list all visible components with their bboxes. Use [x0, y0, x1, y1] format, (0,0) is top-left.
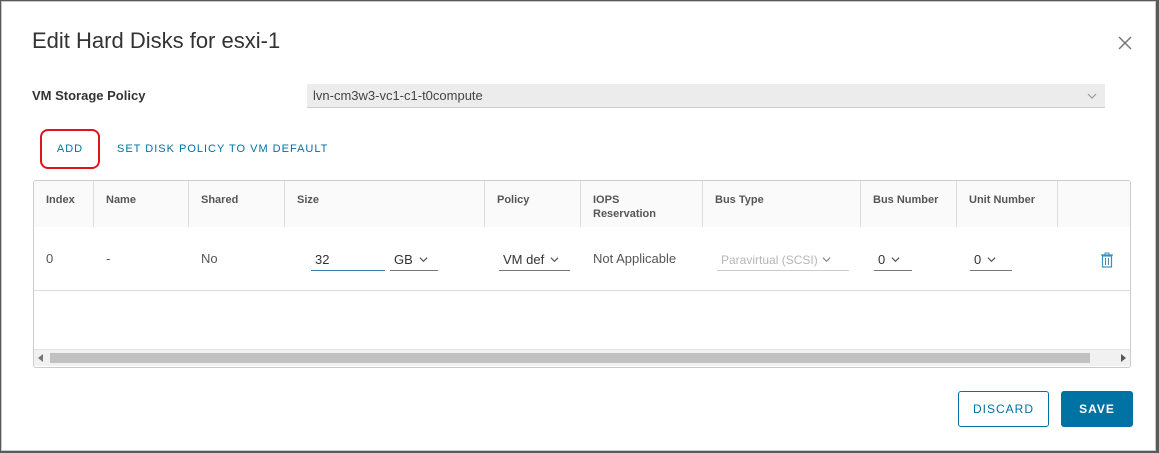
- chevron-down-icon: [419, 257, 428, 263]
- horizontal-scrollbar[interactable]: [34, 349, 1130, 366]
- unit-number-value: 0: [974, 252, 982, 267]
- unit-number-select[interactable]: 0: [970, 249, 1012, 271]
- cell-name: -: [106, 251, 111, 266]
- column-header-size[interactable]: Size: [285, 181, 485, 227]
- bus-number-select[interactable]: 0: [874, 249, 912, 271]
- policy-value: VM def: [503, 252, 545, 267]
- chevron-down-icon: [1087, 93, 1097, 99]
- chevron-down-icon: [822, 257, 831, 263]
- grid-header: Index Name Shared Size Policy IOPS Reser…: [34, 181, 1130, 228]
- bus-type-select[interactable]: Paravirtual (SCSI): [717, 249, 849, 271]
- size-unit-value: GB: [394, 252, 413, 267]
- chevron-down-icon: [987, 257, 996, 263]
- bus-type-value: Paravirtual (SCSI): [721, 252, 818, 267]
- close-icon: [1118, 36, 1132, 50]
- discard-button[interactable]: DISCARD: [958, 391, 1049, 427]
- chevron-down-icon: [891, 257, 900, 263]
- column-header-index[interactable]: Index: [34, 181, 94, 227]
- column-header-shared[interactable]: Shared: [189, 181, 285, 227]
- scrollbar-thumb[interactable]: [50, 353, 1090, 363]
- size-unit-select[interactable]: GB: [390, 249, 438, 271]
- trash-icon[interactable]: [1100, 252, 1114, 268]
- save-button[interactable]: SAVE: [1061, 391, 1133, 427]
- cell-iops: Not Applicable: [593, 251, 677, 266]
- add-button[interactable]: ADD: [40, 129, 100, 169]
- edit-hard-disks-dialog: Edit Hard Disks for esxi-1 VM Storage Po…: [1, 1, 1156, 451]
- table-row[interactable]: 0 - No Not Applicable: [34, 227, 1130, 291]
- column-header-policy[interactable]: Policy: [485, 181, 581, 227]
- size-input[interactable]: [311, 249, 385, 271]
- column-header-bus-type[interactable]: Bus Type: [703, 181, 861, 227]
- close-button[interactable]: [1114, 32, 1136, 54]
- storage-policy-value: lvn-cm3w3-vc1-c1-t0compute: [313, 88, 483, 103]
- column-header-unit-number[interactable]: Unit Number: [957, 181, 1058, 227]
- hard-disks-grid: Index Name Shared Size Policy IOPS Reser…: [33, 180, 1131, 368]
- storage-policy-label: VM Storage Policy: [32, 88, 146, 103]
- column-header-name[interactable]: Name: [94, 181, 189, 227]
- chevron-down-icon: [550, 257, 559, 263]
- column-header-actions: [1058, 181, 1130, 227]
- cell-index: 0: [46, 251, 54, 266]
- scroll-left-arrow-icon[interactable]: [37, 354, 45, 362]
- column-header-bus-number[interactable]: Bus Number: [861, 181, 957, 227]
- column-header-iops[interactable]: IOPS Reservation: [581, 181, 703, 227]
- set-disk-policy-default-button[interactable]: SET DISK POLICY TO VM DEFAULT: [117, 143, 328, 155]
- policy-select[interactable]: VM def: [499, 249, 570, 271]
- cell-shared: No: [201, 251, 218, 266]
- storage-policy-select[interactable]: lvn-cm3w3-vc1-c1-t0compute: [307, 84, 1105, 108]
- dialog-title: Edit Hard Disks for esxi-1: [32, 28, 281, 53]
- scroll-right-arrow-icon[interactable]: [1119, 354, 1127, 362]
- bus-number-value: 0: [878, 252, 886, 267]
